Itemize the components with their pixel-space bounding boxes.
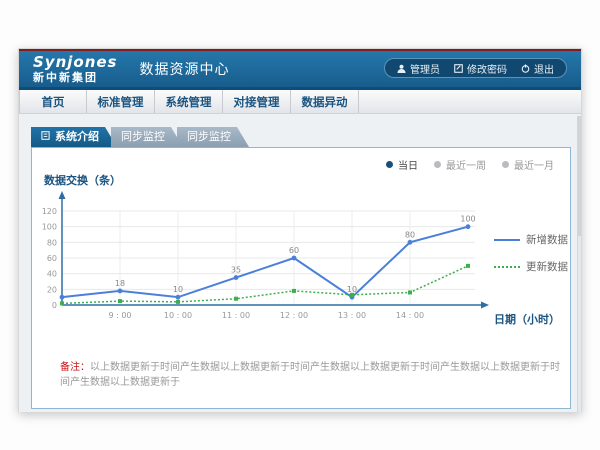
chart-panel: 当日 最近一周 最近一月 数据交换（条） 0204060801001209 : … — [31, 147, 571, 409]
scrollbar-thumb[interactable] — [578, 116, 581, 236]
svg-text:60: 60 — [47, 254, 57, 263]
svg-text:80: 80 — [47, 238, 57, 247]
footnote: 备注：以上数据更新于时间产生数据以上数据更新于时间产生数据以上数据更新于时间产生… — [60, 358, 560, 388]
footnote-prefix: 备注： — [60, 362, 90, 373]
svg-text:12 : 00: 12 : 00 — [280, 311, 308, 320]
legend-label: 更新数据 — [526, 259, 568, 274]
svg-text:13 : 00: 13 : 00 — [338, 311, 366, 320]
time-range-filters: 当日 最近一周 最近一月 — [386, 157, 554, 172]
svg-text:20: 20 — [47, 285, 57, 294]
svg-text:100: 100 — [42, 223, 57, 232]
content-area: 系统介绍 同步监控 同步监控 当日 最近一周 — [19, 114, 581, 412]
user-pill: 管理员 修改密码 退出 — [384, 58, 567, 78]
tab-label: 同步监控 — [187, 127, 231, 147]
svg-text:40: 40 — [47, 270, 57, 279]
radio-dot-icon — [386, 161, 393, 168]
edit-icon — [454, 64, 463, 73]
user-menu[interactable]: 管理员 — [397, 61, 440, 76]
nav-item-data-change[interactable]: 数据异动 — [291, 90, 359, 113]
logo: Synjones 新中新集团 — [33, 55, 118, 83]
footnote-text: 以上数据更新于时间产生数据以上数据更新于时间产生数据以上数据更新于时间产生数据以… — [60, 362, 560, 388]
svg-text:0: 0 — [52, 301, 57, 310]
filter-label: 最近一周 — [446, 157, 486, 172]
x-axis-title: 日期（小时） — [494, 311, 560, 327]
app-header: Synjones 新中新集团 数据资源中心 管理员 修改密码 退出 — [19, 51, 581, 87]
logout-label: 退出 — [534, 61, 554, 76]
tab-sync-monitor-1[interactable]: 同步监控 — [111, 127, 183, 147]
filter-label: 当日 — [398, 157, 418, 172]
nav-item-interface-mgmt[interactable]: 对接管理 — [223, 90, 291, 113]
filter-option-today[interactable]: 当日 — [386, 157, 418, 172]
svg-text:11 : 00: 11 : 00 — [222, 311, 250, 320]
svg-text:18: 18 — [115, 279, 125, 288]
svg-text:10 : 00: 10 : 00 — [164, 311, 192, 320]
power-icon — [521, 64, 530, 73]
svg-text:9 : 00: 9 : 00 — [108, 311, 131, 320]
user-icon — [397, 64, 406, 73]
main-nav: 首页 标准管理 系统管理 对接管理 数据异动 — [19, 90, 581, 114]
tab-label: 同步监控 — [121, 127, 165, 147]
logout-button[interactable]: 退出 — [521, 61, 554, 76]
change-password-label: 修改密码 — [467, 61, 507, 76]
svg-text:35: 35 — [231, 266, 241, 275]
tab-sync-monitor-2[interactable]: 同步监控 — [177, 127, 249, 147]
legend-new-data: 新增数据 — [494, 232, 568, 247]
svg-text:60: 60 — [289, 246, 299, 255]
page-title: 数据资源中心 — [140, 59, 230, 79]
nav-item-system-mgmt[interactable]: 系统管理 — [155, 90, 223, 113]
document-icon — [41, 127, 50, 147]
dotted-line-sample-icon — [494, 266, 520, 268]
radio-dot-icon — [434, 161, 441, 168]
nav-item-home[interactable]: 首页 — [19, 90, 87, 113]
legend-label: 新增数据 — [526, 232, 568, 247]
filter-option-last-month[interactable]: 最近一月 — [502, 157, 554, 172]
svg-text:100: 100 — [460, 215, 475, 224]
solid-line-sample-icon — [494, 239, 520, 241]
logo-text: Synjones — [33, 55, 118, 70]
tab-label: 系统介绍 — [55, 127, 99, 147]
vertical-scrollbar[interactable] — [577, 116, 581, 412]
svg-text:80: 80 — [405, 230, 415, 239]
legend-update-data: 更新数据 — [494, 259, 568, 274]
filter-option-last-week[interactable]: 最近一周 — [434, 157, 486, 172]
radio-dot-icon — [502, 161, 509, 168]
change-password-button[interactable]: 修改密码 — [454, 61, 507, 76]
tab-bar: 系统介绍 同步监控 同步监控 — [31, 127, 249, 147]
app-window: Synjones 新中新集团 数据资源中心 管理员 修改密码 退出 — [18, 48, 582, 412]
series-legend: 新增数据 更新数据 — [494, 232, 568, 274]
tab-system-intro[interactable]: 系统介绍 — [31, 127, 117, 147]
user-label: 管理员 — [410, 61, 440, 76]
svg-text:14 : 00: 14 : 00 — [396, 311, 424, 320]
svg-text:10: 10 — [173, 285, 183, 294]
nav-item-standard-mgmt[interactable]: 标准管理 — [87, 90, 155, 113]
logo-subtext: 新中新集团 — [33, 72, 118, 83]
line-chart: 0 20 40 60 80 100 120 9 : 00 10 : 00 11 : 00 12 : … — [37, 186, 497, 326]
svg-text:10: 10 — [347, 285, 357, 294]
svg-text:120: 120 — [42, 207, 57, 216]
filter-label: 最近一月 — [514, 157, 554, 172]
